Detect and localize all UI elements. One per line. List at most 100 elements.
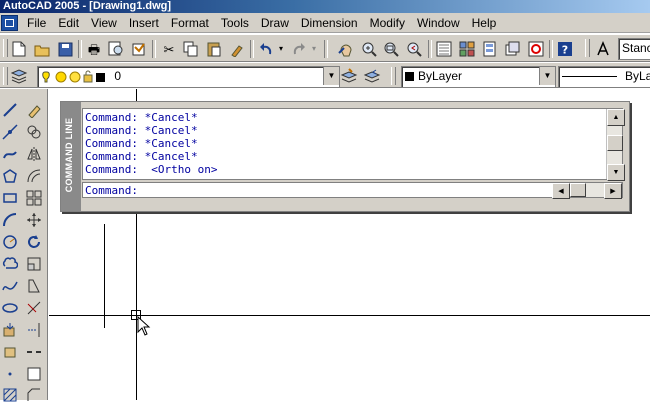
break-icon[interactable] [24, 342, 44, 362]
command-line-caption[interactable]: COMMAND LINE [61, 102, 81, 211]
copy-icon[interactable] [181, 39, 201, 59]
history-line: Command: *Cancel* [85, 124, 198, 137]
tool-palettes-icon[interactable] [480, 39, 500, 59]
arc-icon[interactable] [0, 210, 20, 230]
spline-icon[interactable] [0, 276, 20, 296]
undo-dropdown-icon[interactable]: ▾ [276, 39, 286, 59]
plot-icon[interactable]: 🖶 [84, 39, 104, 59]
trim-icon[interactable] [24, 298, 44, 318]
layer-dropdown-icon[interactable]: ▼ [323, 67, 339, 85]
linetype-combo[interactable]: ByLa [558, 66, 650, 88]
copy-object-icon[interactable] [24, 122, 44, 142]
scale-icon[interactable] [24, 254, 44, 274]
menu-edit[interactable]: Edit [52, 14, 85, 32]
polygon-icon[interactable] [0, 166, 20, 186]
layer-value: 0 [114, 69, 122, 83]
mirror-icon[interactable] [24, 144, 44, 164]
polyline-icon[interactable] [0, 144, 20, 164]
menu-format[interactable]: Format [165, 14, 215, 32]
input-horizontal-scrollbar[interactable]: ◀ ▶ [552, 183, 622, 199]
plot-preview-icon[interactable] [106, 39, 126, 59]
open-icon[interactable] [32, 39, 52, 59]
color-value: ByLayer [418, 69, 463, 83]
scroll-up-icon[interactable]: ▲ [607, 109, 625, 126]
text-style-combo[interactable]: Stanc [618, 38, 650, 60]
ellipse-icon[interactable] [0, 298, 20, 318]
join-icon[interactable] [24, 364, 44, 384]
command-history[interactable]: Command: *Cancel* Command: *Cancel* Comm… [82, 108, 625, 181]
toolbar-grip[interactable] [391, 67, 396, 85]
redo-icon[interactable] [289, 39, 309, 59]
line-icon[interactable] [0, 100, 20, 120]
window-title: AutoCAD 2005 - [Drawing1.dwg] [3, 0, 172, 12]
chamfer-icon[interactable] [24, 385, 44, 405]
color-combo[interactable]: ByLayer ▼ [401, 66, 556, 88]
revision-cloud-icon[interactable] [0, 254, 20, 274]
point-icon[interactable] [0, 364, 20, 384]
extend-icon[interactable] [24, 320, 44, 340]
menu-file[interactable]: File [21, 14, 52, 32]
move-icon[interactable] [24, 210, 44, 230]
zoom-realtime-icon[interactable] [359, 39, 379, 59]
sheet-set-icon[interactable] [503, 39, 523, 59]
horizontal-scroll-thumb[interactable] [570, 183, 586, 197]
help-icon[interactable]: ? [555, 39, 575, 59]
circle-icon[interactable] [0, 232, 20, 252]
layer-manager-icon[interactable] [9, 66, 29, 86]
insert-block-icon[interactable] [0, 320, 20, 340]
toolbar-grip[interactable] [3, 67, 8, 85]
layer-previous-icon[interactable] [362, 66, 382, 86]
menu-dimension[interactable]: Dimension [295, 14, 364, 32]
zoom-previous-icon[interactable] [404, 39, 424, 59]
menu-help[interactable]: Help [466, 14, 503, 32]
linetype-preview [562, 76, 617, 78]
autocad-app-icon[interactable] [1, 14, 18, 31]
menu-modify[interactable]: Modify [364, 14, 411, 32]
match-properties-icon[interactable] [227, 39, 247, 59]
scroll-right-icon[interactable]: ▶ [604, 183, 622, 199]
save-icon[interactable] [55, 39, 75, 59]
toolbar-grip[interactable] [3, 39, 8, 57]
make-object-layer-current-icon[interactable] [339, 66, 359, 86]
layer-combo[interactable]: 0 ▼ [37, 66, 340, 88]
make-block-icon[interactable] [0, 342, 20, 362]
command-line-window: COMMAND LINE Command: *Cancel* Command: … [60, 101, 630, 212]
array-icon[interactable] [24, 188, 44, 208]
markup-icon[interactable] [526, 39, 546, 59]
crosshair-vertical [136, 212, 137, 400]
command-line-caption-text: COMMAND LINE [64, 117, 74, 193]
stretch-icon[interactable] [24, 276, 44, 296]
cut-icon[interactable]: ✂ [159, 39, 179, 59]
scroll-thumb[interactable] [607, 135, 623, 151]
construction-line-icon[interactable] [0, 122, 20, 142]
scroll-left-icon[interactable]: ◀ [552, 183, 570, 199]
drawn-line [104, 224, 105, 328]
command-input[interactable]: Command: ◀ ▶ [82, 182, 623, 199]
standard-toolbar: 🖶 ✂ ▾ ▾ ? Stanc [0, 34, 650, 62]
menu-window[interactable]: Window [411, 14, 466, 32]
scroll-down-icon[interactable]: ▼ [607, 164, 625, 181]
menu-tools[interactable]: Tools [215, 14, 255, 32]
publish-icon[interactable] [129, 39, 149, 59]
menu-draw[interactable]: Draw [255, 14, 295, 32]
menu-insert[interactable]: Insert [123, 14, 165, 32]
new-icon[interactable] [9, 39, 29, 59]
color-dropdown-icon[interactable]: ▼ [539, 67, 555, 85]
zoom-window-icon[interactable] [381, 39, 401, 59]
redo-dropdown-icon[interactable]: ▾ [309, 39, 319, 59]
text-style-icon[interactable] [593, 39, 613, 59]
properties-icon[interactable] [434, 39, 454, 59]
menu-view[interactable]: View [85, 14, 123, 32]
paste-icon[interactable] [204, 39, 224, 59]
rectangle-icon[interactable] [0, 188, 20, 208]
erase-icon[interactable] [24, 100, 44, 120]
undo-icon[interactable] [256, 39, 276, 59]
offset-icon[interactable] [24, 166, 44, 186]
rotate-icon[interactable] [24, 232, 44, 252]
design-center-icon[interactable] [457, 39, 477, 59]
history-vertical-scrollbar[interactable]: ▲ ▼ [606, 109, 625, 181]
toolbar-grip[interactable] [585, 39, 590, 57]
hatch-icon[interactable] [0, 385, 20, 405]
pan-icon[interactable] [336, 39, 356, 59]
layer-state-icons [42, 70, 105, 83]
